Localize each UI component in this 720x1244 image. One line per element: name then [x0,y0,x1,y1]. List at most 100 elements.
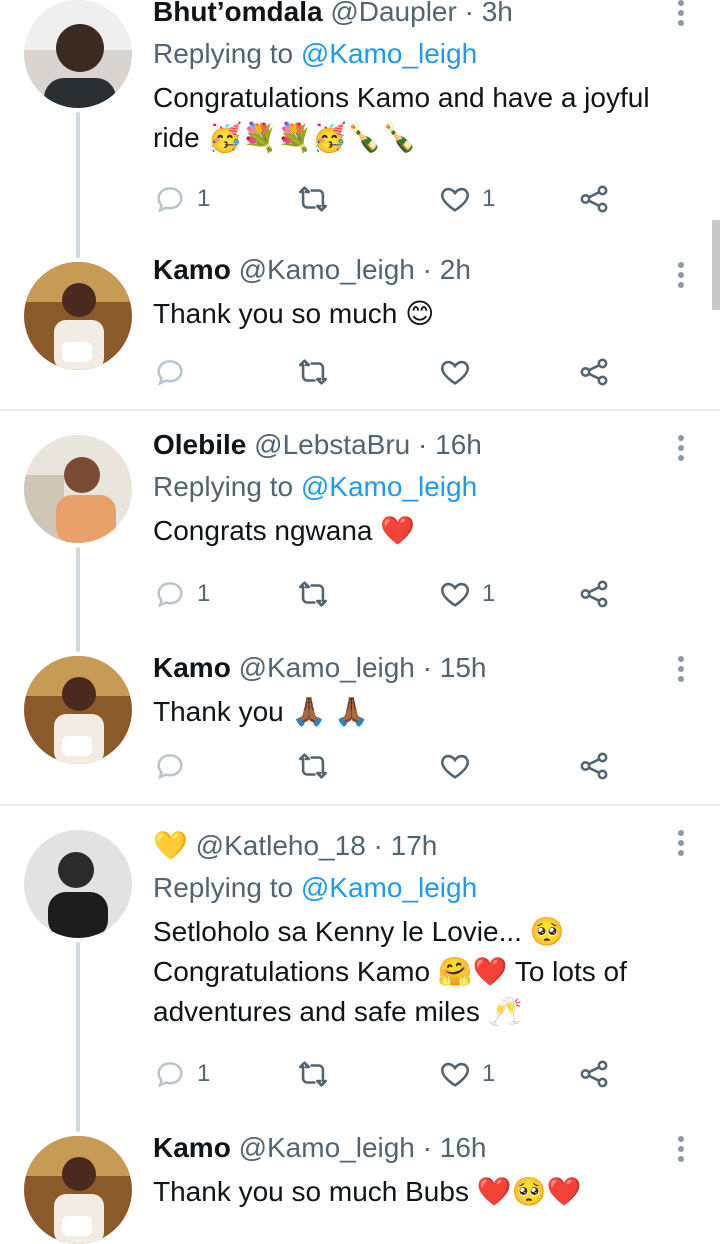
timestamp[interactable]: 16h [435,429,482,460]
tweet-text: Thank you 🙏🏾 🙏🏾 [153,696,370,727]
action-bar: 1 1 [153,179,653,219]
reply-icon [157,360,183,386]
reply-icon [157,754,183,780]
share-icon [580,358,608,386]
tweet-text: Thank you so much 😊 [153,298,435,329]
timestamp[interactable]: 3h [482,0,513,27]
retweet-button[interactable] [296,1054,330,1094]
retweet-icon [298,581,328,607]
avatar[interactable] [24,1136,132,1244]
tweet-header: Kamo @Kamo_leigh · 15h [153,650,680,686]
retweet-button[interactable] [296,746,330,786]
tweet-text: Setloholo sa Kenny le Lovie... 🥺 Congrat… [153,916,627,1027]
like-icon [441,1062,469,1087]
retweet-button[interactable] [296,574,330,614]
more-icon[interactable] [676,1136,686,1166]
divider [0,409,720,411]
display-name[interactable]: Kamo [153,254,231,285]
username[interactable]: @Kamo_leigh [239,1132,415,1163]
action-bar [153,352,653,392]
share-icon [580,1060,608,1088]
display-name[interactable]: Kamo [153,1132,231,1163]
reply-button[interactable] [153,746,187,786]
avatar[interactable] [24,0,132,108]
replying-to: Replying to @Kamo_leigh [153,38,478,69]
like-button[interactable]: 1 [438,179,495,219]
share-button[interactable] [577,179,611,219]
tweet-text: Thank you so much Bubs ❤️🥺❤️ [153,1176,582,1207]
retweet-icon [298,359,328,385]
like-icon [441,754,469,779]
reply-icon [157,187,183,213]
scrollbar[interactable] [712,220,720,310]
timestamp[interactable]: 17h [391,830,438,861]
thread-line [76,112,80,258]
username[interactable]: @LebstaBru [254,429,410,460]
tweet-header: Olebile @LebstaBru · 16h [153,427,680,463]
more-icon[interactable] [676,0,686,30]
share-button[interactable] [577,352,611,392]
tweet-text: Congrats ngwana ❤️ [153,515,416,546]
avatar[interactable] [24,435,132,543]
username[interactable]: @Kamo_leigh [239,652,415,683]
reply-button[interactable]: 1 [153,179,210,219]
timestamp[interactable]: 16h [440,1132,487,1163]
action-bar: 1 1 [153,574,653,614]
username[interactable]: @Katleho_18 [196,830,366,861]
thread-line [76,942,80,1132]
display-name[interactable]: 💛 [153,830,188,861]
display-name[interactable]: Bhut’omdala [153,0,323,27]
retweet-icon [298,186,328,212]
reply-icon [157,1062,183,1088]
more-icon[interactable] [676,262,686,292]
more-icon[interactable] [676,656,686,686]
display-name[interactable]: Kamo [153,652,231,683]
separator: · [422,254,432,285]
retweet-button[interactable] [296,179,330,219]
divider [0,804,720,806]
tweet-header: Kamo @Kamo_leigh · 2h [153,252,680,288]
more-icon[interactable] [676,830,686,860]
timestamp[interactable]: 15h [440,652,487,683]
retweet-icon [298,753,328,779]
reply-button[interactable]: 1 [153,574,210,614]
avatar[interactable] [24,262,132,370]
replying-to: Replying to @Kamo_leigh [153,471,478,502]
mention-link[interactable]: @Kamo_leigh [301,471,477,502]
like-button[interactable]: 1 [438,1054,495,1094]
more-icon[interactable] [676,435,686,465]
retweet-icon [298,1061,328,1087]
tweet-header: 💛 @Katleho_18 · 17h [153,828,680,864]
avatar[interactable] [24,656,132,764]
like-button[interactable]: 1 [438,574,495,614]
share-icon [580,185,608,213]
mention-link[interactable]: @Kamo_leigh [301,38,477,69]
username[interactable]: @Kamo_leigh [239,254,415,285]
like-button[interactable] [438,352,472,392]
share-icon [580,580,608,608]
retweet-button[interactable] [296,352,330,392]
like-icon [441,360,469,385]
timestamp[interactable]: 2h [440,254,471,285]
mention-link[interactable]: @Kamo_leigh [301,872,477,903]
display-name[interactable]: Olebile [153,429,246,460]
separator: · [464,0,474,27]
avatar[interactable] [24,830,132,938]
like-icon [441,582,469,607]
share-button[interactable] [577,746,611,786]
share-button[interactable] [577,574,611,614]
separator: · [373,830,383,861]
username[interactable]: @Daupler [330,0,456,27]
reply-button[interactable]: 1 [153,1054,210,1094]
share-button[interactable] [577,1054,611,1094]
separator: · [422,652,432,683]
share-icon [580,752,608,780]
action-bar: 1 1 [153,1054,653,1094]
reply-button[interactable] [153,352,197,392]
reply-icon [157,582,183,608]
thread-line [76,547,80,652]
like-icon [441,187,469,212]
tweet-header: Kamo @Kamo_leigh · 16h [153,1130,680,1166]
tweet-text: Congratulations Kamo and have a joyful r… [153,82,650,153]
like-button[interactable] [438,746,472,786]
